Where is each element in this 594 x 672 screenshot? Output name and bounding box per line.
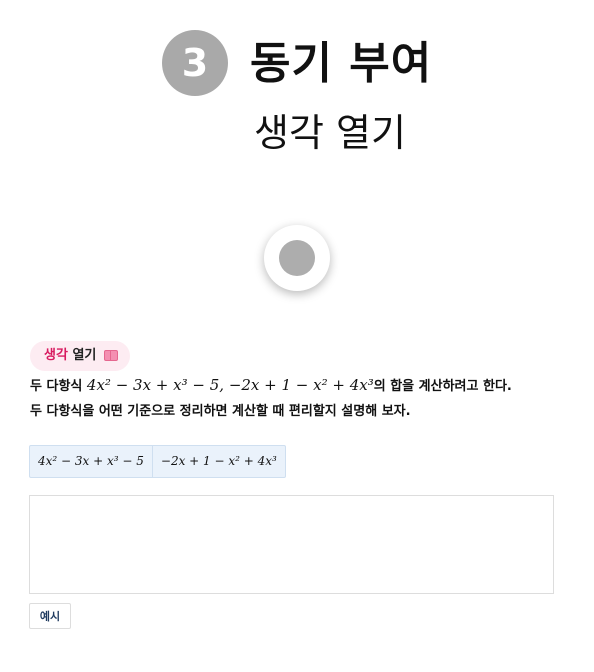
expression-chip-2[interactable]: −2x + 1 − x² + 4x³ [151, 446, 285, 477]
section-subtitle: 생각 열기 [254, 111, 406, 155]
think-open-badge: 생각 열기 [30, 341, 130, 371]
badge-label: 열기 [72, 348, 97, 363]
problem-prefix: 두 다항식 [30, 379, 87, 394]
polynomial-2: −2x + 1 − x² + 4x³ [228, 376, 374, 394]
example-button[interactable]: 예시 [29, 603, 71, 629]
expression-chips: 4x² − 3x + x³ − 5 −2x + 1 − x² + 4x³ [29, 445, 286, 478]
media-indicator-icon [279, 240, 315, 276]
lesson-page: 3 동기 부여 생각 열기 생각 열기 두 다항식 4x² − 3x + x³ … [0, 0, 594, 672]
problem-line-1: 두 다항식 4x² − 3x + x³ − 5, −2x + 1 − x² + … [30, 374, 512, 398]
problem-line-2: 두 다항식을 어떤 기준으로 정리하면 계산할 때 편리할지 설명해 보자. [30, 404, 411, 419]
badge-label-accent: 생각 [44, 348, 68, 363]
step-number-badge: 3 [162, 30, 228, 96]
polynomial-1: 4x² − 3x + x³ − 5 [86, 376, 220, 394]
problem-suffix: 의 합을 계산하려고 한다. [373, 379, 512, 394]
expression-separator: , [219, 376, 229, 394]
expression-chip-1[interactable]: 4x² − 3x + x³ − 5 [30, 446, 152, 477]
open-book-icon [103, 350, 118, 361]
media-play-button[interactable] [264, 225, 330, 291]
section-title: 동기 부여 [250, 38, 433, 89]
answer-textarea[interactable] [29, 495, 554, 594]
